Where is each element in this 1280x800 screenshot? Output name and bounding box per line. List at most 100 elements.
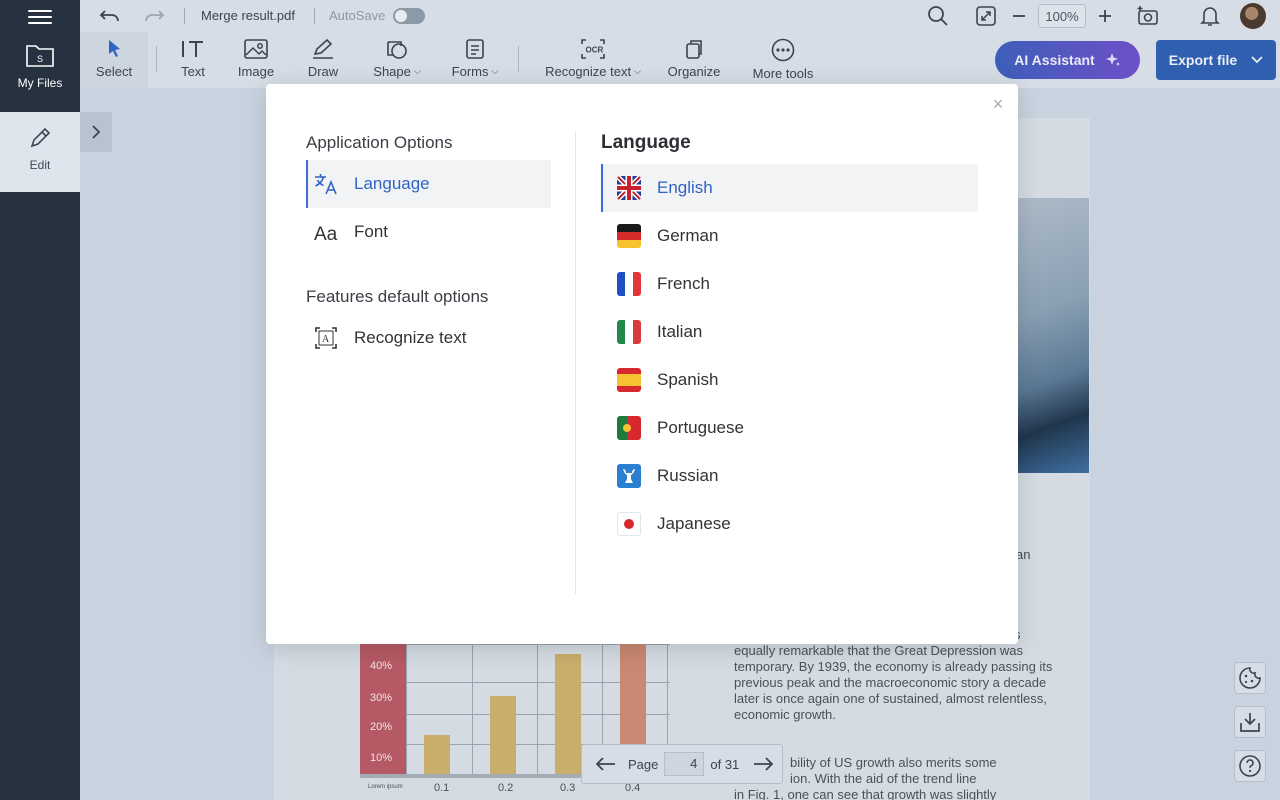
- undo-icon[interactable]: [98, 4, 122, 28]
- tool-text[interactable]: Text: [176, 38, 210, 86]
- tool-organize-label: Organize: [667, 64, 721, 79]
- tool-forms-label: Forms: [451, 64, 489, 79]
- shape-icon: [387, 41, 407, 59]
- ai-assistant-label: AI Assistant: [1014, 52, 1095, 68]
- language-option-spanish[interactable]: Spanish: [601, 356, 978, 404]
- download-button[interactable]: [1234, 706, 1266, 738]
- language-label: Japanese: [657, 514, 731, 533]
- camera-add-icon[interactable]: [1136, 4, 1160, 28]
- svg-text:S: S: [37, 54, 43, 64]
- language-option-german[interactable]: German: [601, 212, 978, 260]
- zoom-out-icon[interactable]: [1007, 4, 1031, 28]
- language-option-italian[interactable]: Italian: [601, 308, 978, 356]
- help-button[interactable]: [1234, 750, 1266, 782]
- chart-bar: [490, 696, 516, 774]
- chevron-down-icon: ⌵: [491, 66, 499, 76]
- tool-recognize-text[interactable]: OCR Recognize text ⌵: [542, 38, 644, 86]
- features-default-title: Features default options: [306, 287, 489, 306]
- tool-more[interactable]: More tools: [752, 38, 814, 86]
- tool-draw-label: Draw: [307, 64, 339, 79]
- avatar[interactable]: [1240, 3, 1266, 29]
- france-flag-icon: [617, 272, 641, 296]
- chart-bar: [555, 654, 581, 774]
- top-bar: Merge result.pdf AutoSave 100%: [80, 0, 1280, 32]
- document-text-fragment: an: [1016, 547, 1031, 562]
- ai-assistant-button[interactable]: AI Assistant: [995, 41, 1140, 79]
- chart-x-tick: 0.2: [498, 782, 514, 794]
- chart-bar: [424, 735, 450, 774]
- expand-panel-button[interactable]: [80, 112, 112, 152]
- bell-icon[interactable]: [1198, 4, 1222, 28]
- rail-my-files[interactable]: S My Files: [0, 42, 80, 112]
- language-option-english[interactable]: English: [601, 164, 978, 212]
- options-nav: Application Options Language Aa Font Fea…: [306, 132, 551, 362]
- fit-page-icon[interactable]: [974, 4, 998, 28]
- chevron-down-icon: ⌵: [413, 66, 421, 76]
- cursor-icon: [109, 40, 120, 57]
- zoom-in-icon[interactable]: [1093, 4, 1117, 28]
- tool-select-label: Select: [95, 64, 133, 79]
- tool-select[interactable]: Select: [80, 32, 148, 88]
- folder-icon: S: [26, 45, 54, 67]
- chart-y-tick: 30%: [370, 692, 393, 704]
- document-text-fragment: s: [1014, 627, 1044, 643]
- redo-icon[interactable]: [142, 4, 166, 28]
- page-count: of 31: [710, 756, 740, 772]
- language-option-french[interactable]: French: [601, 260, 978, 308]
- tool-shape-label: Shape: [373, 64, 411, 79]
- language-option-portuguese[interactable]: Portuguese: [601, 404, 978, 452]
- language-label: English: [657, 178, 713, 197]
- file-name[interactable]: Merge result.pdf: [201, 8, 295, 23]
- close-icon[interactable]: ×: [990, 95, 1006, 113]
- language-label: Spanish: [657, 370, 719, 389]
- download-icon: [1240, 713, 1260, 732]
- chart-y-tick: 40%: [370, 660, 393, 672]
- tool-organize[interactable]: Organize: [666, 38, 722, 86]
- chevron-down-icon: ⌵: [634, 66, 641, 76]
- svg-text:OCR: OCR: [586, 46, 604, 55]
- document-paragraph: equally remarkable that the Great Depres…: [734, 643, 1053, 722]
- option-font[interactable]: Aa Font: [306, 208, 551, 256]
- tool-forms[interactable]: Forms ⌵: [448, 38, 502, 86]
- search-icon[interactable]: [926, 4, 950, 28]
- tool-image[interactable]: Image: [234, 38, 278, 86]
- translate-icon: [314, 172, 338, 196]
- chart-x-tick: 0.1: [434, 782, 450, 794]
- chevron-down-icon: [1251, 56, 1263, 64]
- pencil-icon: [30, 127, 51, 148]
- chart-y-tick: 20%: [370, 721, 393, 733]
- column-divider: [575, 132, 576, 594]
- forms-icon: [466, 39, 484, 59]
- tool-more-label: More tools: [752, 66, 814, 81]
- image-icon: [244, 39, 268, 59]
- page-number-input[interactable]: 4: [664, 752, 705, 776]
- tool-draw[interactable]: Draw: [304, 38, 342, 86]
- svg-text:A: A: [322, 334, 330, 345]
- hamburger-icon[interactable]: [28, 6, 52, 26]
- cookie-settings-button[interactable]: [1234, 662, 1266, 694]
- help-icon: [1239, 755, 1261, 777]
- zoom-input[interactable]: 100%: [1038, 4, 1086, 28]
- russian-emblem-icon: [617, 464, 641, 488]
- tool-shape[interactable]: Shape ⌵: [368, 38, 426, 86]
- rail-edit[interactable]: Edit: [0, 112, 80, 192]
- export-file-button[interactable]: Export file: [1156, 40, 1276, 80]
- arrow-left-icon[interactable]: [596, 757, 616, 771]
- autosave-toggle[interactable]: [393, 8, 425, 24]
- uk-flag-icon: [617, 176, 641, 200]
- option-language-label: Language: [354, 174, 430, 193]
- option-recognize-text[interactable]: A Recognize text: [306, 314, 551, 362]
- language-label: French: [657, 274, 710, 293]
- chart-x-small-label: Lorem ipsum: [368, 784, 403, 790]
- draw-icon: [313, 38, 333, 59]
- more-icon: [771, 38, 795, 62]
- option-language[interactable]: Language: [306, 160, 551, 208]
- chevron-right-icon: [92, 125, 101, 139]
- tool-text-label: Text: [181, 64, 205, 79]
- arrow-right-icon[interactable]: [753, 757, 774, 771]
- ocr-icon: OCR: [581, 39, 605, 59]
- language-option-russian[interactable]: Russian: [601, 452, 978, 500]
- language-option-japanese[interactable]: Japanese: [601, 500, 978, 548]
- cookie-icon: [1239, 667, 1261, 689]
- text-tool-icon: [182, 41, 203, 57]
